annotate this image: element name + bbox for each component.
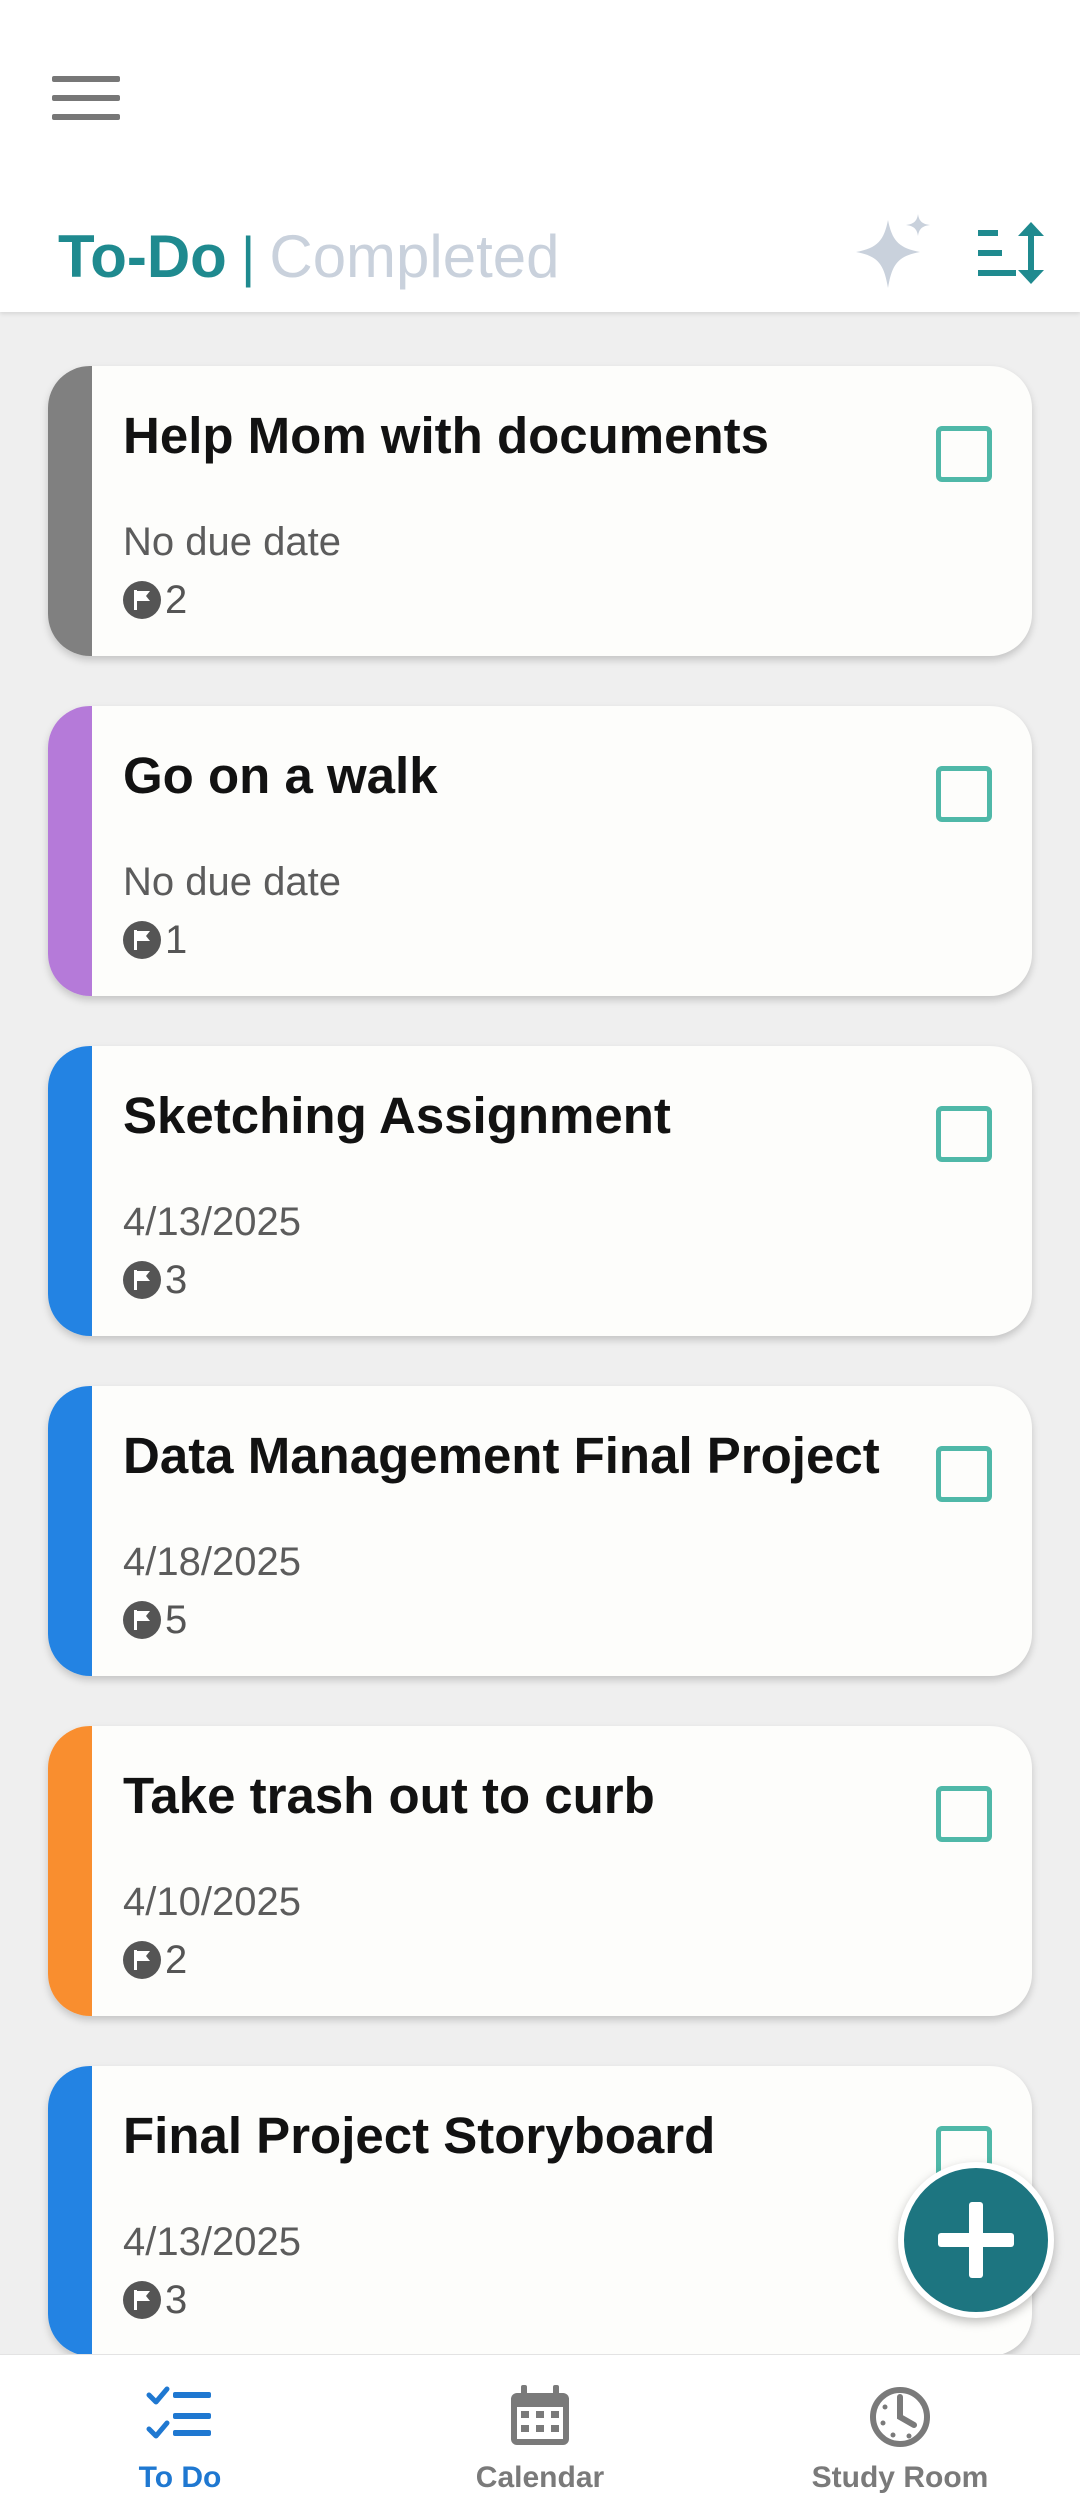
flag-icon (123, 1261, 161, 1299)
task-color-stripe (48, 1726, 92, 2016)
hamburger-menu-icon[interactable] (40, 60, 136, 136)
app-header: To-Do | Completed (0, 0, 1080, 312)
task-title: Go on a walk (123, 747, 438, 804)
flag-icon (123, 1941, 161, 1979)
task-card[interactable]: Go on a walk No due date 1 (48, 706, 1032, 996)
sparkle-icon[interactable] (846, 208, 936, 298)
priority-value: 5 (165, 1597, 188, 1642)
view-toggle: To-Do | Completed (58, 218, 560, 294)
flag-icon (123, 2281, 161, 2319)
nav-study-room-label: Study Room (811, 2461, 989, 2494)
task-color-stripe (48, 1386, 92, 1676)
task-card[interactable]: Data Management Final Project 4/18/2025 … (48, 1386, 1032, 1676)
nav-study-room[interactable]: Study Room (720, 2355, 1080, 2502)
task-priority: 2 (123, 576, 187, 624)
flag-icon (123, 921, 161, 959)
task-priority: 2 (123, 1936, 187, 1984)
priority-value: 3 (165, 1257, 188, 1302)
task-due-date: 4/18/2025 (123, 1540, 301, 1584)
task-color-stripe (48, 1046, 92, 1336)
nav-calendar-label: Calendar (475, 2461, 605, 2494)
task-color-stripe (48, 366, 92, 656)
nav-todo[interactable]: To Do (0, 2355, 360, 2502)
task-color-stripe (48, 706, 92, 996)
task-checkbox[interactable] (936, 426, 992, 482)
nav-calendar[interactable]: Calendar (360, 2355, 720, 2502)
task-checkbox[interactable] (936, 1446, 992, 1502)
task-title: Help Mom with documents (123, 407, 770, 464)
task-title: Data Management Final Project (123, 1427, 880, 1484)
tab-completed[interactable]: Completed (269, 222, 559, 291)
tab-separator: | (240, 224, 256, 288)
task-due-date: 4/10/2025 (123, 1880, 301, 1924)
nav-todo-label: To Do (138, 2461, 222, 2494)
tab-todo[interactable]: To-Do (58, 222, 227, 291)
task-card[interactable]: Take trash out to curb 4/10/2025 2 (48, 1726, 1032, 2016)
priority-value: 1 (165, 917, 188, 962)
task-card[interactable]: Final Project Storyboard 4/13/2025 3 (48, 2066, 1032, 2354)
priority-value: 2 (165, 1937, 188, 1982)
task-title: Final Project Storyboard (123, 2107, 716, 2164)
bottom-navigation: To Do Calendar Study Room (0, 2354, 1080, 2502)
task-due-date: No due date (123, 860, 341, 904)
flag-icon (123, 581, 161, 619)
task-due-date: 4/13/2025 (123, 1200, 301, 1244)
add-task-button[interactable] (898, 2162, 1054, 2318)
sort-icon[interactable] (972, 218, 1046, 288)
task-checkbox[interactable] (936, 1106, 992, 1162)
task-title: Take trash out to curb (123, 1767, 655, 1824)
flag-icon (123, 1601, 161, 1639)
task-card[interactable]: Sketching Assignment 4/13/2025 3 (48, 1046, 1032, 1336)
task-priority: 3 (123, 2276, 187, 2324)
calendar-icon (511, 2385, 569, 2445)
task-list: Help Mom with documents No due date 2 Go… (0, 312, 1080, 2354)
task-checkbox[interactable] (936, 1786, 992, 1842)
priority-value: 2 (165, 577, 188, 622)
task-color-stripe (48, 2066, 92, 2354)
plus-icon (938, 2202, 1014, 2278)
timer-icon (870, 2387, 930, 2447)
task-due-date: No due date (123, 520, 341, 564)
checklist-icon (146, 2386, 211, 2439)
priority-value: 3 (165, 2277, 188, 2322)
task-checkbox[interactable] (936, 766, 992, 822)
task-priority: 5 (123, 1596, 187, 1644)
task-card[interactable]: Help Mom with documents No due date 2 (48, 366, 1032, 656)
task-priority: 3 (123, 1256, 187, 1304)
task-due-date: 4/13/2025 (123, 2220, 301, 2264)
task-title: Sketching Assignment (123, 1087, 671, 1144)
task-priority: 1 (123, 916, 187, 964)
